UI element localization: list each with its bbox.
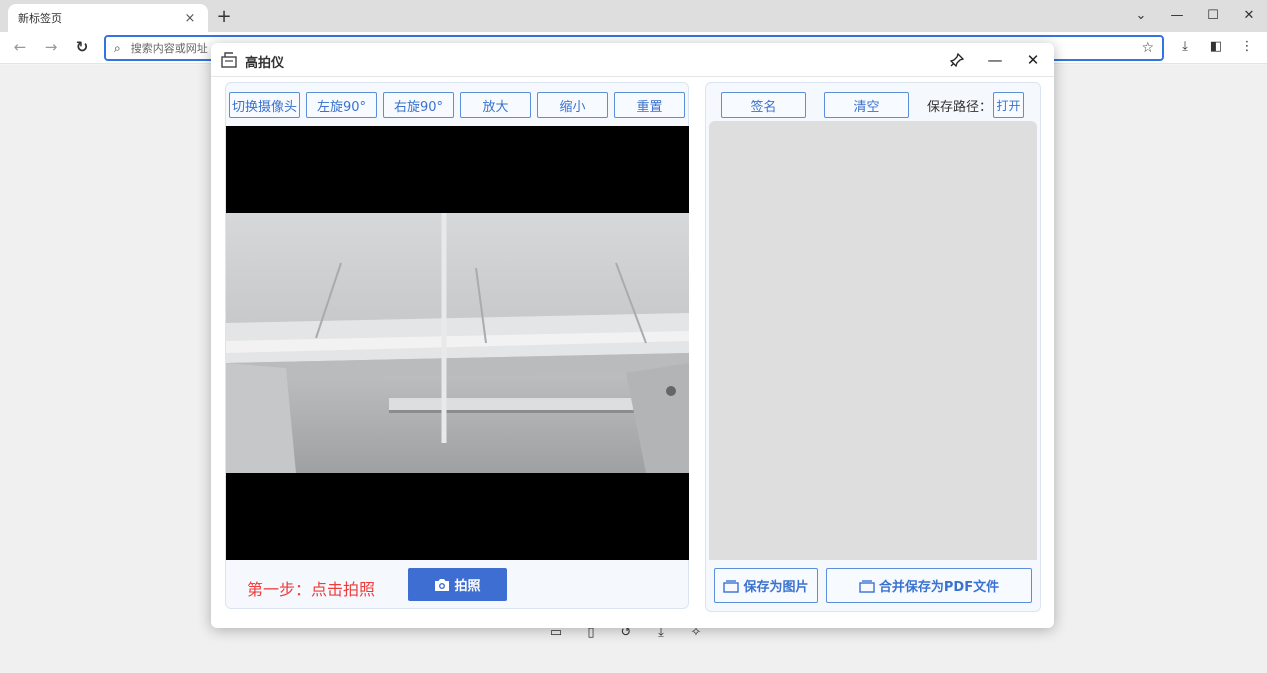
back-arrow-icon[interactable]: ← bbox=[10, 38, 30, 56]
browser-tabstrip: 新标签页 × + ⌄ — ☐ ✕ bbox=[0, 0, 1267, 32]
scanner-icon bbox=[221, 52, 237, 68]
switch-camera-button[interactable]: 切换摄像头 bbox=[229, 92, 300, 118]
tab-search-icon[interactable]: ⌄ bbox=[1123, 0, 1159, 30]
step-instruction: 第一步：点击拍照 bbox=[247, 580, 376, 599]
capture-photo-label: 拍照 bbox=[454, 579, 481, 594]
zoom-in-button[interactable]: 放大 bbox=[460, 92, 531, 118]
save-path-label: 保存路径： bbox=[927, 100, 993, 115]
zoom-out-button[interactable]: 缩小 bbox=[537, 92, 608, 118]
dialog-header: 高拍仪 — ✕ bbox=[211, 43, 1054, 77]
more-menu-icon[interactable]: ⋮ bbox=[1239, 39, 1255, 54]
download-icon[interactable]: ⤓ bbox=[1177, 39, 1193, 54]
browser-tab[interactable]: 新标签页 × bbox=[8, 4, 208, 32]
window-controls: ⌄ — ☐ ✕ bbox=[1123, 0, 1267, 30]
folder-save-icon bbox=[859, 579, 875, 593]
close-dialog-icon[interactable]: ✕ bbox=[1021, 49, 1045, 71]
close-window-icon[interactable]: ✕ bbox=[1231, 0, 1267, 30]
side-panel-icon[interactable]: ◧ bbox=[1208, 39, 1224, 54]
pin-icon[interactable] bbox=[945, 49, 969, 71]
folder-save-icon bbox=[723, 579, 740, 593]
save-as-pdf-button[interactable]: 合并保存为PDF文件 bbox=[826, 568, 1032, 603]
rotate-right-button[interactable]: 右旋90° bbox=[383, 92, 454, 118]
dialog-title: 高拍仪 bbox=[245, 56, 285, 71]
reload-icon[interactable]: ↻ bbox=[72, 38, 92, 56]
save-as-image-label: 保存为图片 bbox=[743, 580, 809, 595]
scanner-dialog: 高拍仪 — ✕ 切换摄像头 左旋90° 右旋90° 放大 缩小 重置 第一步：点… bbox=[211, 43, 1054, 628]
clear-button[interactable]: 清空 bbox=[824, 92, 909, 118]
capture-photo-button[interactable]: 拍照 bbox=[408, 568, 507, 601]
search-icon: ⌕ bbox=[114, 40, 121, 55]
rotate-left-button[interactable]: 左旋90° bbox=[306, 92, 377, 118]
minimize-dialog-icon[interactable]: — bbox=[983, 49, 1007, 71]
reset-button[interactable]: 重置 bbox=[614, 92, 685, 118]
minimize-window-icon[interactable]: — bbox=[1159, 0, 1195, 30]
open-path-button[interactable]: 打开 bbox=[993, 92, 1024, 118]
save-as-pdf-label: 合并保存为PDF文件 bbox=[878, 580, 1000, 595]
save-as-image-button[interactable]: 保存为图片 bbox=[714, 568, 818, 603]
signature-canvas[interactable] bbox=[709, 121, 1037, 560]
tab-close-icon[interactable]: × bbox=[182, 11, 198, 26]
bookmark-star-icon[interactable]: ☆ bbox=[1141, 40, 1154, 56]
sign-button[interactable]: 签名 bbox=[721, 92, 806, 118]
forward-arrow-icon[interactable]: → bbox=[41, 38, 61, 56]
tab-title: 新标签页 bbox=[18, 12, 62, 25]
new-tab-button[interactable]: + bbox=[215, 6, 233, 27]
camera-frame-image bbox=[226, 213, 689, 473]
camera-preview bbox=[226, 126, 689, 560]
maximize-window-icon[interactable]: ☐ bbox=[1195, 0, 1231, 30]
camera-icon bbox=[435, 578, 450, 591]
